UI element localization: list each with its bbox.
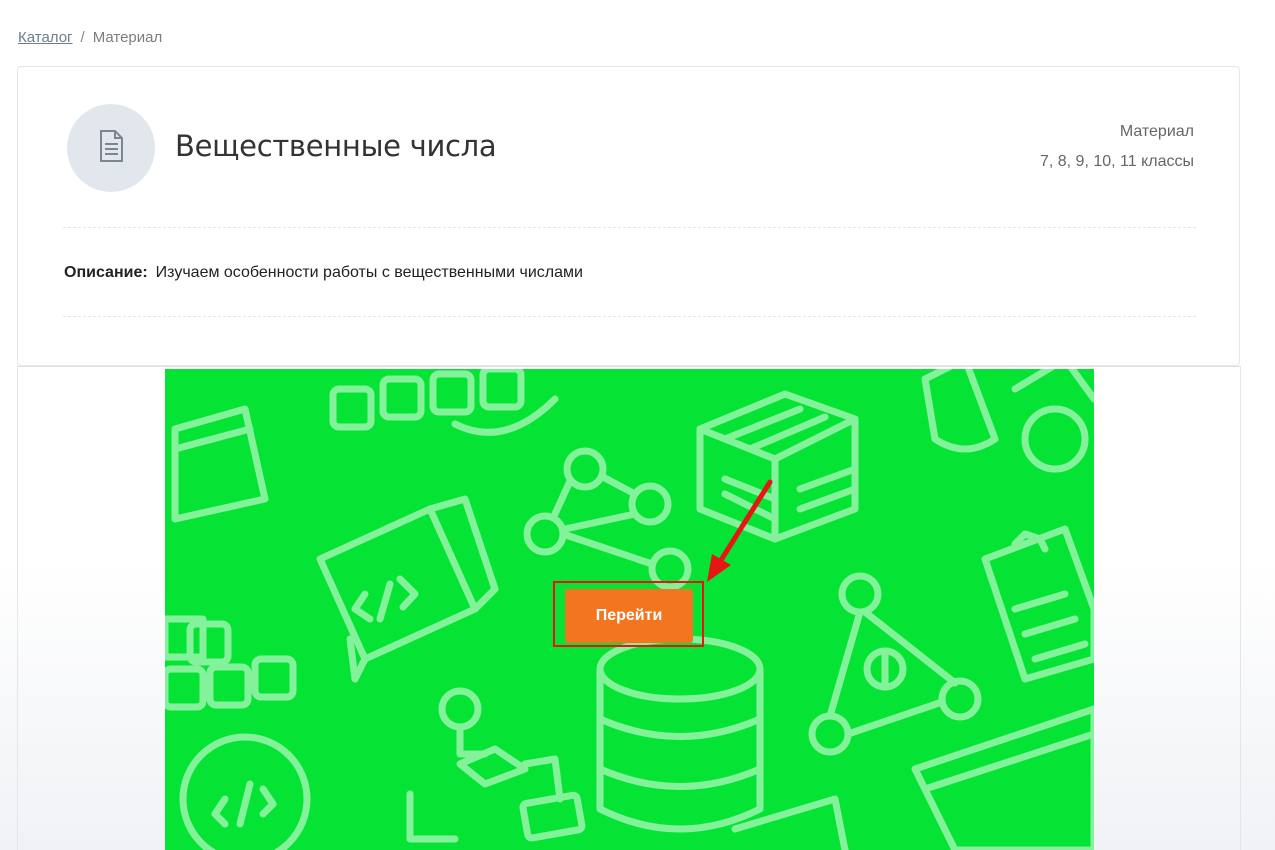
card-border — [17, 366, 18, 850]
divider — [63, 227, 1196, 228]
material-card: Вещественные числа Материал 7, 8, 9, 10,… — [17, 66, 1240, 366]
card-border — [1240, 366, 1241, 850]
breadcrumb-current: Материал — [92, 29, 163, 46]
material-grades: 7, 8, 9, 10, 11 классы — [1039, 153, 1194, 170]
breadcrumb: Каталог / Материал — [18, 29, 162, 46]
material-description: Описание: Изучаем особенности работы с ве… — [64, 264, 583, 282]
arrow-icon — [707, 479, 773, 582]
material-avatar — [67, 104, 155, 192]
material-type: Материал — [1119, 123, 1194, 140]
breadcrumb-catalog-link[interactable]: Каталог — [18, 29, 73, 46]
highlight-box — [553, 581, 704, 647]
document-icon — [98, 129, 124, 167]
description-label: Описание: — [64, 264, 148, 281]
material-title: Вещественные числа — [175, 129, 497, 163]
card-divider — [17, 366, 1241, 367]
divider — [63, 316, 1196, 317]
description-text: Изучаем особенности работы с вещественны… — [155, 264, 583, 281]
breadcrumb-separator: / — [80, 29, 85, 46]
